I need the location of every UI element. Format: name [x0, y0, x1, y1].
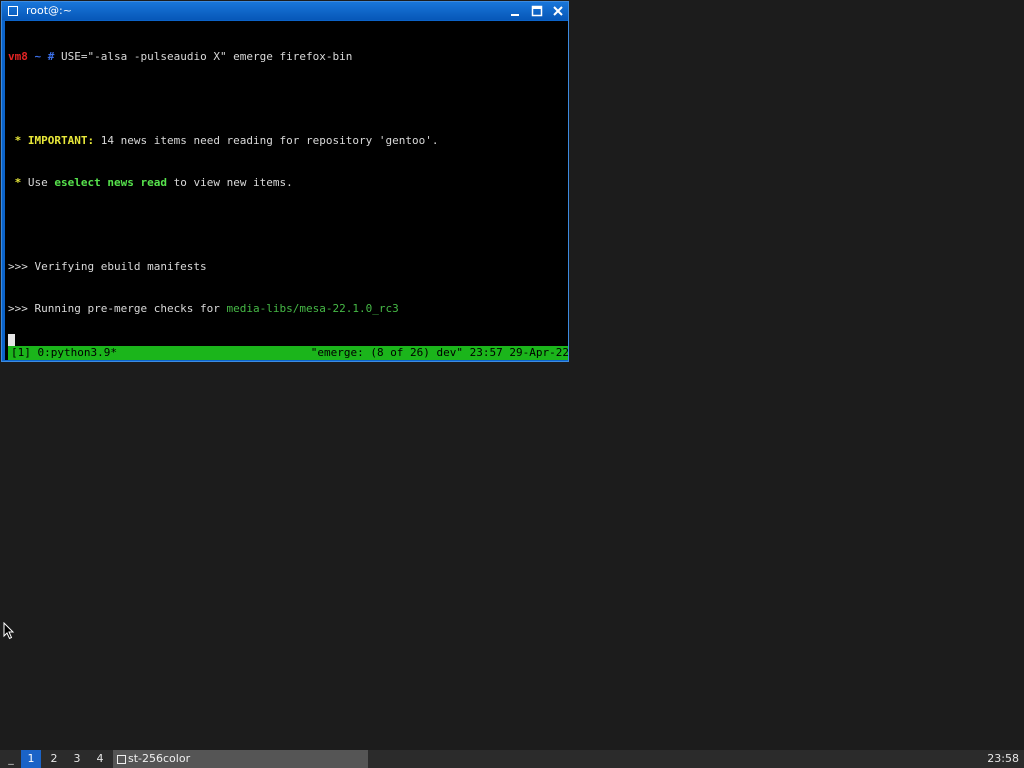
prompt-host: vm8 [8, 50, 28, 63]
verify-line: >>> Verifying ebuild manifests [8, 260, 207, 273]
workspace-tag-3[interactable]: 3 [67, 750, 87, 768]
terminal-window[interactable]: root@:~ vm8 ~ # USE="-alsa -pulseaudio X… [1, 1, 569, 362]
prompt-command: USE="-alsa -pulseaudio X" emerge firefox… [54, 50, 353, 63]
notice-line: * Use eselect news read to view new item… [8, 176, 445, 190]
notice-text: 14 news items need reading for repositor… [94, 134, 439, 147]
notice-label: IMPORTANT: [27, 134, 95, 147]
taskbar-window-button[interactable]: st-256color [113, 750, 368, 768]
close-icon [553, 6, 563, 16]
maximize-icon [531, 5, 543, 17]
terminal-viewport[interactable]: vm8 ~ # USE="-alsa -pulseaudio X" emerge… [5, 21, 568, 360]
maximize-button[interactable] [529, 3, 545, 19]
notice-star: * [8, 134, 28, 147]
window-icon [117, 755, 126, 764]
taskbar-clock: 23:58 [987, 752, 1019, 765]
layout-indicator[interactable]: _ [5, 752, 17, 766]
window-title: root@:~ [26, 4, 72, 17]
notice-command: eselect news read [54, 176, 167, 189]
desktop: root@:~ vm8 ~ # USE="-alsa -pulseaudio X… [0, 0, 1024, 750]
notice-text: Use [27, 176, 55, 189]
workspace-tag-2[interactable]: 2 [44, 750, 64, 768]
notice-line: * IMPORTANT: 14 news items need reading … [8, 134, 445, 148]
notice-text: to view new items. [166, 176, 293, 189]
terminal-app-icon [8, 6, 18, 16]
notice-star: * [8, 176, 28, 189]
tmux-status-bar: [1] 0:python3.9* "emerge: (8 of 26) dev"… [8, 346, 568, 360]
premerge-text: >>> Running pre-merge checks for [8, 302, 227, 315]
minimize-button[interactable] [507, 3, 523, 19]
status-right: "emerge: (8 of 26) dev" 23:57 29-Apr-22 [310, 346, 568, 359]
minimize-icon [511, 14, 519, 16]
workspace-tag-4[interactable]: 4 [90, 750, 110, 768]
taskbar-window-label: st-256color [128, 752, 191, 765]
taskbar: _ 1 2 3 4 st-256color 23:58 [0, 750, 1024, 768]
close-button[interactable] [550, 3, 566, 19]
premerge-package: media-libs/mesa-22.1.0_rc3 [226, 302, 399, 315]
prompt-line: vm8 ~ # USE="-alsa -pulseaudio X" emerge… [8, 50, 445, 64]
window-titlebar[interactable]: root@:~ [2, 2, 568, 20]
terminal-output: vm8 ~ # USE="-alsa -pulseaudio X" emerge… [8, 22, 445, 360]
status-left: [1] 0:python3.9* [11, 346, 117, 359]
premerge-line: >>> Running pre-merge checks for media-l… [8, 302, 445, 316]
workspace-tag-1[interactable]: 1 [21, 750, 41, 768]
mouse-pointer-icon [3, 622, 15, 640]
prompt-path: ~ # [34, 50, 55, 63]
